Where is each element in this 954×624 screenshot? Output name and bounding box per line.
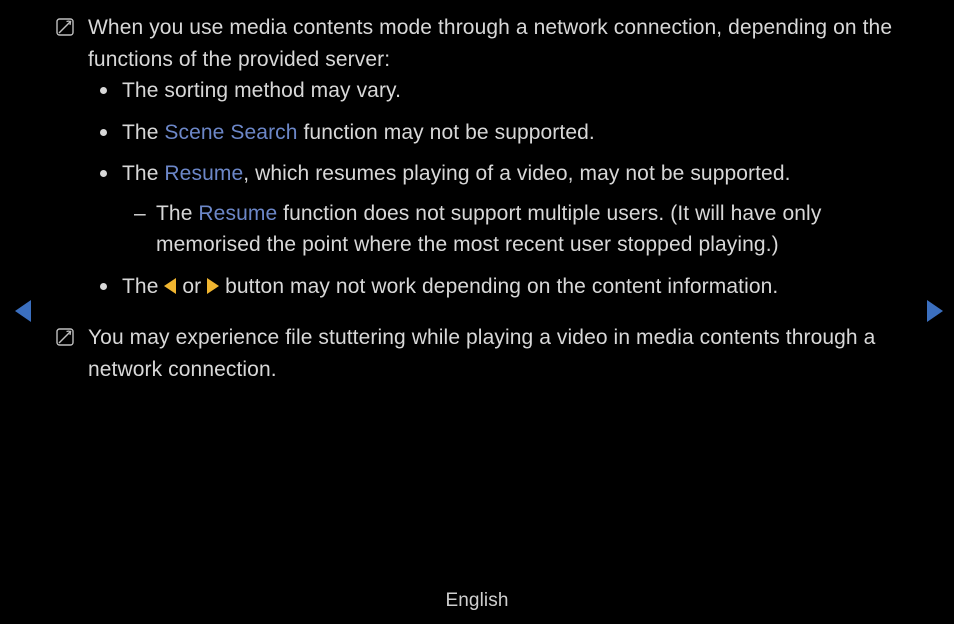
prev-page-button[interactable] [15, 300, 31, 322]
note-block: You may experience file stuttering while… [56, 322, 906, 385]
list-item: The or button may not work depending on … [122, 271, 906, 303]
note-icon [56, 18, 74, 36]
page-content: When you use media contents mode through… [56, 12, 906, 574]
bullet-list: The sorting method may vary. The Scene S… [88, 75, 906, 302]
note-intro: You may experience file stuttering while… [88, 322, 906, 385]
footer-language: English [0, 587, 954, 616]
sub-list: The Resume function does not support mul… [122, 198, 906, 261]
note-intro: When you use media contents mode through… [88, 12, 906, 75]
arrow-right-icon [207, 278, 219, 294]
list-item: The sorting method may vary. [122, 75, 906, 107]
list-item: The Scene Search function may not be sup… [122, 117, 906, 149]
sub-list-item: The Resume function does not support mul… [156, 198, 906, 261]
note-block: When you use media contents mode through… [56, 12, 906, 312]
list-item: The Resume, which resumes playing of a v… [122, 158, 906, 261]
arrow-left-icon [164, 278, 176, 294]
next-page-button[interactable] [927, 300, 943, 322]
note-icon [56, 328, 74, 346]
